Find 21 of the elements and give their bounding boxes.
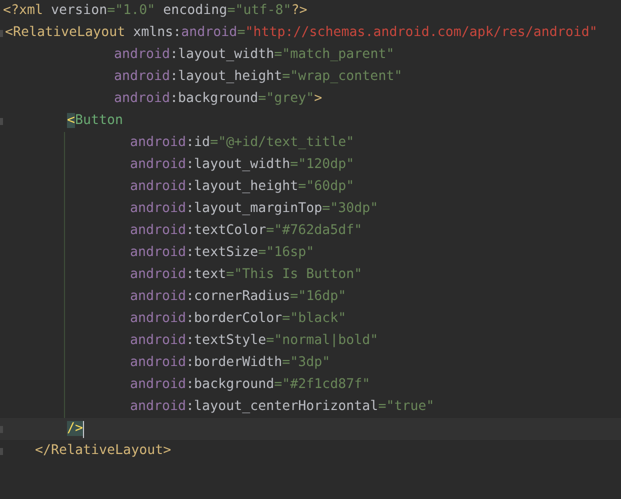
code-line: <Button [67, 112, 124, 130]
code-line: android:background="#2f1cd87f" [130, 376, 370, 394]
code-line: android:layout_centerHorizontal="true" [130, 398, 434, 416]
code-line: <?xml version="1.0" encoding="utf-8"?> [3, 2, 308, 20]
code-line: android:background="grey"> [114, 90, 322, 108]
code-line: </RelativeLayout> [35, 442, 172, 460]
code-line: android:borderWidth="3dp" [130, 354, 330, 372]
code-line: android:textSize="16sp" [130, 244, 314, 262]
code-line: android:cornerRadius="16dp" [130, 288, 346, 306]
code-line: <RelativeLayout xmlns:android="http://schemas.android.com/apk/res/android" [5, 24, 598, 42]
text-cursor [83, 420, 84, 438]
code-line: android:layout_height="60dp" [130, 178, 354, 196]
code-line: android:textStyle="normal|bold" [130, 332, 378, 350]
code-line: android:borderColor="black" [130, 310, 346, 328]
code-line: android:textColor="#762da5df" [130, 222, 362, 240]
code-line: android:id="@+id/text_title" [130, 134, 354, 152]
code-line: android:layout_height="wrap_content" [114, 68, 402, 86]
code-line: android:layout_width="120dp" [130, 156, 354, 174]
code-line: android:layout_width="match_parent" [114, 46, 394, 64]
code-line: android:text="This Is Button" [130, 266, 362, 284]
code-line: android:layout_marginTop="30dp" [130, 200, 378, 218]
